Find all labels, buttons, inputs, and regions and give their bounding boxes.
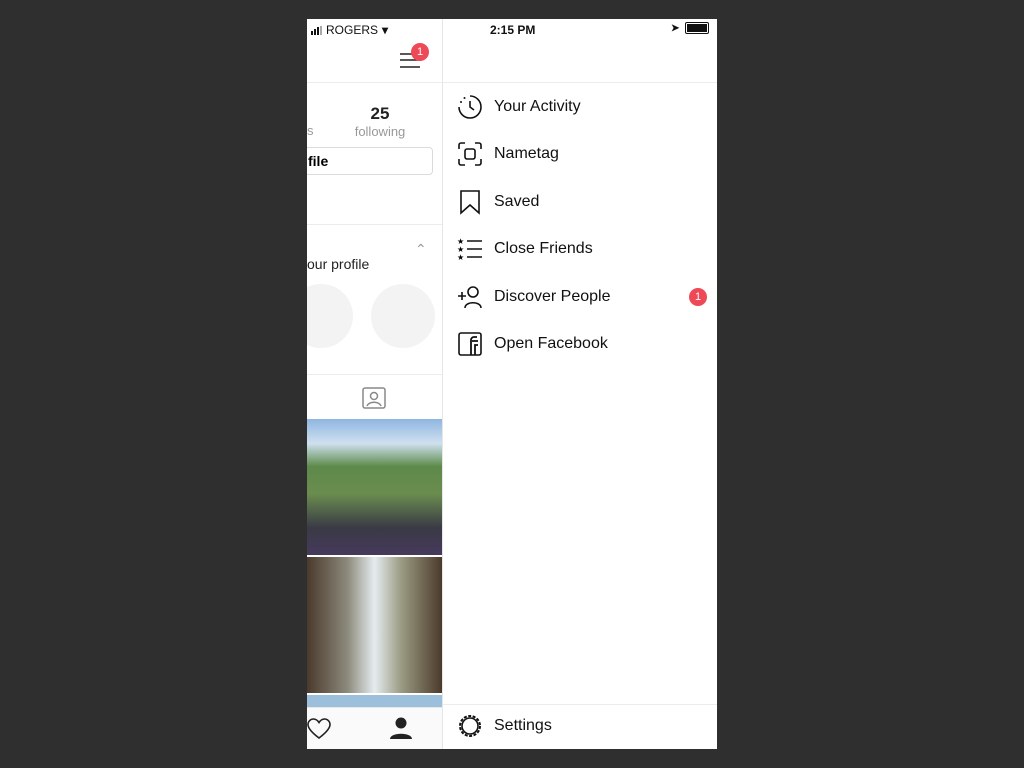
phone-screen: ROGERS ▾ 1 s 25 following file ⌃ our pro… xyxy=(307,19,717,749)
add-person-icon xyxy=(458,286,482,309)
menu-badge: 1 xyxy=(411,43,429,61)
bookmark-icon xyxy=(460,190,480,215)
menu-item-open-facebook[interactable]: Open Facebook xyxy=(457,329,608,359)
menu-label: Nametag xyxy=(494,145,559,162)
wifi-icon: ▾ xyxy=(382,23,389,37)
carrier: ROGERS xyxy=(326,23,379,37)
following-count: 25 xyxy=(370,104,390,123)
photo-thumbnail[interactable] xyxy=(307,557,442,693)
discover-badge: 1 xyxy=(689,288,707,306)
suggestion-avatar[interactable] xyxy=(307,284,353,348)
menu-label: Saved xyxy=(494,193,540,210)
close-friends-icon: ★★★ xyxy=(457,237,482,262)
heart-icon[interactable] xyxy=(307,718,331,740)
settings-button[interactable]: Settings xyxy=(457,711,552,741)
battery-icon xyxy=(685,22,710,34)
gear-icon xyxy=(459,715,481,737)
side-menu: 2:15 PM ➤ Your Activity Nametag Saved ★ ★… xyxy=(443,19,717,749)
menu-item-saved[interactable]: Saved xyxy=(457,187,539,217)
photo-thumbnail[interactable] xyxy=(307,695,442,707)
following-stat[interactable]: 25 following xyxy=(352,104,408,139)
menu-item-your-activity[interactable]: Your Activity xyxy=(457,92,581,122)
signal-icon xyxy=(311,25,322,35)
collapse-chevron-icon[interactable]: ⌃ xyxy=(415,241,427,258)
facebook-icon xyxy=(458,332,482,356)
svg-text:★: ★ xyxy=(457,253,464,262)
suggested-label: our profile xyxy=(307,256,370,272)
menu-label: Your Activity xyxy=(494,98,581,115)
followers-label: s xyxy=(307,123,314,138)
status-left: ROGERS ▾ xyxy=(311,23,388,37)
photo-thumbnail[interactable] xyxy=(307,419,442,555)
location-icon: ➤ xyxy=(671,22,680,34)
following-label: following xyxy=(354,124,406,139)
profile-tab-icon[interactable] xyxy=(389,716,413,740)
clock: 2:15 PM xyxy=(490,23,536,37)
settings-label: Settings xyxy=(494,717,552,734)
bottom-tab-bar xyxy=(307,707,442,749)
edit-profile-button[interactable]: file xyxy=(307,147,433,175)
status-right: ➤ xyxy=(671,22,710,34)
menu-label: Close Friends xyxy=(494,240,593,257)
menu-label: Open Facebook xyxy=(494,335,608,352)
menu-label: Discover People xyxy=(494,288,611,305)
menu-item-nametag[interactable]: Nametag xyxy=(457,139,559,169)
menu-item-discover-people[interactable]: Discover People 1 xyxy=(457,282,707,312)
profile-panel: ROGERS ▾ 1 s 25 following file ⌃ our pro… xyxy=(307,19,443,749)
nametag-icon xyxy=(458,142,482,166)
menu-item-close-friends[interactable]: ★ ★ ★ Close Friends xyxy=(457,234,593,264)
menu-button[interactable]: 1 xyxy=(399,43,429,71)
tagged-icon[interactable] xyxy=(361,384,387,410)
activity-icon xyxy=(458,95,482,119)
suggestion-avatar[interactable] xyxy=(371,284,435,348)
